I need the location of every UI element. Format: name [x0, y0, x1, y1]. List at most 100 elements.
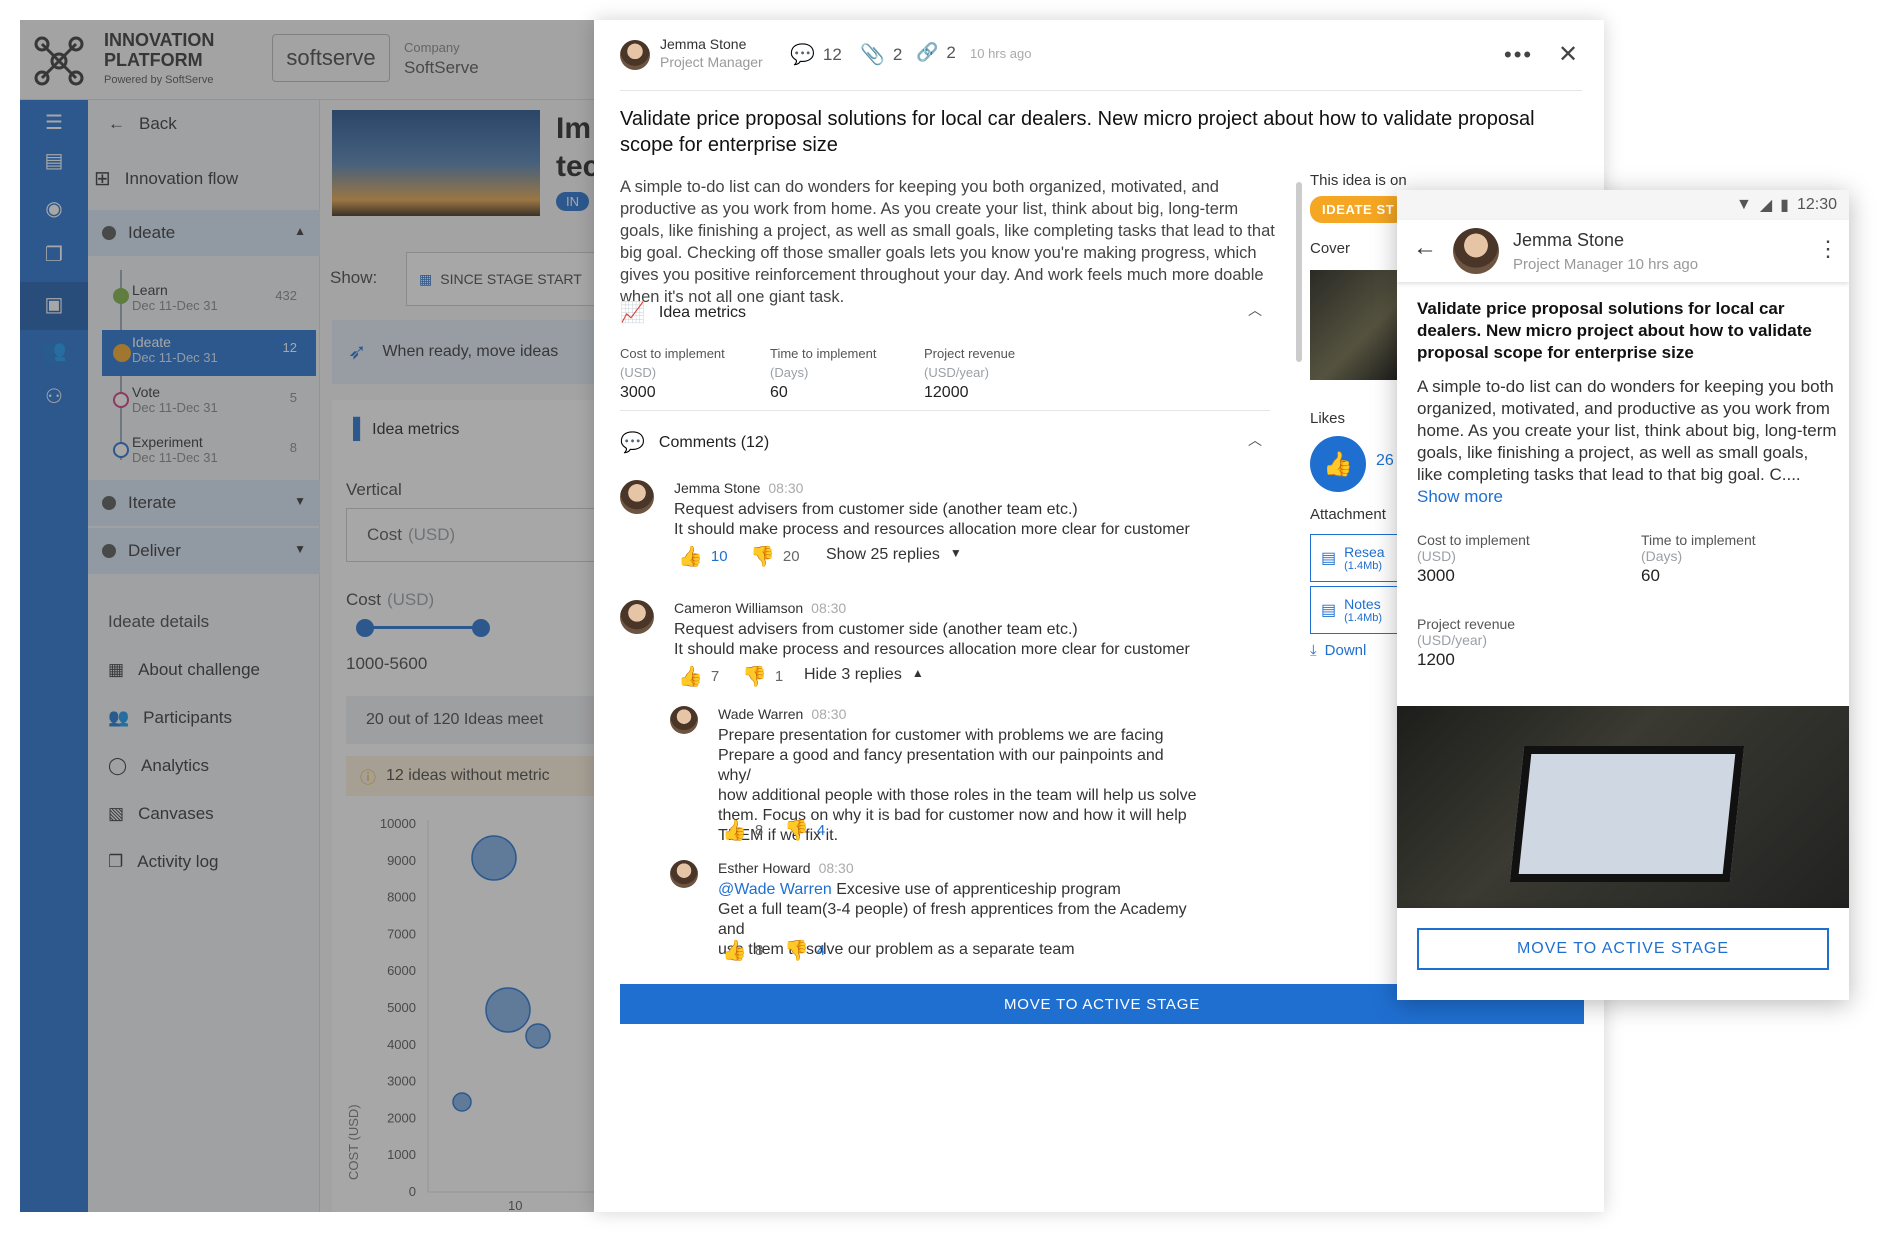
comment-line: Request advisers from customer side (ano…: [674, 501, 1078, 518]
replies-label: Show 25 replies: [826, 546, 940, 563]
dislike-button[interactable]: 👎 1: [742, 664, 783, 689]
mobile-preview: ▼ ◢ ▮ 12:30 ← Jemma Stone Project Manage…: [1397, 190, 1849, 1000]
commenter-name[interactable]: Jemma Stone: [674, 480, 760, 496]
commenter-avatar[interactable]: [620, 600, 654, 634]
show-more-link[interactable]: Show more: [1417, 487, 1503, 506]
dislike-button[interactable]: 👎 4: [784, 938, 825, 963]
comment-body: Request advisers from customer side (ano…: [674, 620, 1190, 660]
description-text: A simple to-do list can do wonders for k…: [1417, 377, 1837, 484]
idea-description: A simple to-do list can do wonders for k…: [620, 178, 1275, 306]
metric-value: 1200: [1417, 650, 1455, 669]
reply-header: Esther Howard 08:30: [718, 860, 854, 878]
chevron-up-icon[interactable]: ︿: [1248, 300, 1262, 320]
replier-name[interactable]: Wade Warren: [718, 706, 803, 722]
like-button[interactable]: 👍 8: [722, 938, 763, 963]
like-big-button[interactable]: 👍: [1310, 436, 1366, 492]
author-subtitle: Project Manager 10 hrs ago: [1513, 256, 1699, 273]
dislike-count: 1: [774, 668, 784, 685]
author-avatar[interactable]: [1453, 228, 1499, 274]
like-count: 10: [710, 548, 728, 565]
modal-overlay[interactable]: [20, 20, 594, 1212]
clock: 12:30: [1796, 196, 1837, 213]
thumb-down-icon: 👎: [784, 820, 809, 842]
metric-value: 60: [770, 384, 788, 401]
mobile-footer: MOVE TO ACTIVE STAGE: [1397, 908, 1849, 1000]
cover-image: [1397, 706, 1849, 908]
comment-line: It should make process and resources all…: [674, 641, 1190, 658]
link-count[interactable]: 🔗 2: [916, 42, 956, 63]
dislike-button[interactable]: 👎 4: [784, 818, 825, 843]
replier-avatar[interactable]: [670, 706, 698, 734]
likes-count: 26: [1376, 452, 1394, 469]
download-link[interactable]: ⤓ Downl: [1310, 642, 1366, 659]
like-button[interactable]: 👍 8: [722, 818, 763, 843]
comments-section-header[interactable]: 💬 Comments (12): [620, 430, 769, 455]
thumb-up-icon: 👍: [722, 820, 747, 842]
metric-time: Time to implement (Days) 60: [770, 346, 876, 402]
cover-image[interactable]: [1310, 270, 1400, 380]
comments-title: Comments (12): [658, 433, 770, 451]
doc-icon: ▤: [1321, 550, 1337, 567]
trend-icon: 📈: [620, 302, 645, 324]
chevron-up-icon[interactable]: ︿: [1248, 430, 1262, 450]
comment-line: It should make process and resources all…: [674, 521, 1190, 538]
attachment-count[interactable]: 📎 2: [860, 42, 902, 67]
attachment-file[interactable]: ▤ Resea (1.4Mb): [1310, 534, 1400, 582]
thumb-down-icon: 👎: [784, 940, 809, 962]
show-replies-toggle[interactable]: Show 25 replies ▼: [826, 546, 962, 564]
replies-label: Hide 3 replies: [804, 666, 902, 683]
thumb-up-icon: 👍: [678, 546, 703, 568]
author-avatar[interactable]: [620, 40, 650, 70]
more-icon[interactable]: •••: [1504, 42, 1533, 68]
comment-count[interactable]: 💬 12: [790, 42, 842, 67]
author-role: Project Manager: [660, 54, 763, 70]
dislike-button[interactable]: 👎 20: [750, 544, 800, 569]
metric-unit: (Days): [770, 365, 809, 380]
metric-cost: Cost to implement (USD) 3000: [620, 346, 725, 402]
metric-value: 60: [1641, 566, 1660, 585]
attachment-file[interactable]: ▤ Notes (1.4Mb): [1310, 586, 1400, 634]
reply-time: 08:30: [811, 706, 847, 722]
metrics-section-header[interactable]: 📈 Idea metrics: [620, 300, 746, 325]
reply-line: how additional people with those roles i…: [718, 787, 1197, 804]
comment-body: Request advisers from customer side (ano…: [674, 500, 1190, 540]
hide-replies-toggle[interactable]: Hide 3 replies ▲: [804, 666, 924, 684]
comment-header: Cameron Williamson 08:30: [674, 600, 846, 618]
attachment-count-value: 2: [892, 44, 903, 64]
paperclip-icon: 📎: [860, 44, 885, 66]
arrow-left-icon[interactable]: ←: [1413, 234, 1437, 262]
replier-name[interactable]: Esther Howard: [718, 860, 811, 876]
metric-label: Time to implement: [770, 346, 877, 361]
commenter-name[interactable]: Cameron Williamson: [674, 600, 803, 616]
chat-icon: 💬: [790, 44, 815, 66]
likes-label: Likes: [1310, 410, 1346, 427]
replier-avatar[interactable]: [670, 860, 698, 888]
scrollbar[interactable]: [1296, 182, 1302, 362]
like-button[interactable]: 👍 7: [678, 664, 719, 689]
metric-value: 12000: [924, 384, 969, 401]
commenter-avatar[interactable]: [620, 480, 654, 514]
idea-description: A simple to-do list can do wonders for k…: [1417, 376, 1837, 508]
file-name: Notes: [1344, 596, 1381, 612]
metric-cost: Cost to implement (USD) 3000: [1417, 532, 1530, 586]
doc-icon: ▤: [1321, 602, 1337, 619]
caret-up-icon: ▲: [911, 666, 924, 680]
thumb-down-icon: 👎: [750, 546, 775, 568]
file-size: (1.4Mb): [1344, 560, 1383, 572]
file-size: (1.4Mb): [1344, 612, 1383, 624]
mobile-header: ← Jemma Stone Project Manager 10 hrs ago…: [1397, 220, 1849, 282]
author-name[interactable]: Jemma Stone: [660, 36, 746, 52]
like-button[interactable]: 👍 10: [678, 544, 728, 569]
user-mention[interactable]: @Wade Warren: [718, 881, 832, 898]
author-name[interactable]: Jemma Stone: [1513, 230, 1624, 251]
like-count: 8: [754, 822, 764, 839]
move-to-active-stage-button[interactable]: MOVE TO ACTIVE STAGE: [1417, 928, 1829, 970]
stage-badge: IDEATE ST: [1310, 196, 1407, 223]
metric-unit: (USD): [1417, 548, 1456, 564]
close-icon[interactable]: ✕: [1558, 40, 1578, 69]
stage-label: This idea is on: [1310, 172, 1407, 189]
more-vertical-icon[interactable]: ⋮: [1817, 236, 1839, 262]
download-label: Downl: [1324, 642, 1367, 659]
comment-count-value: 12: [822, 44, 842, 64]
reply-line: Prepare presentation for customer with p…: [718, 727, 1164, 744]
